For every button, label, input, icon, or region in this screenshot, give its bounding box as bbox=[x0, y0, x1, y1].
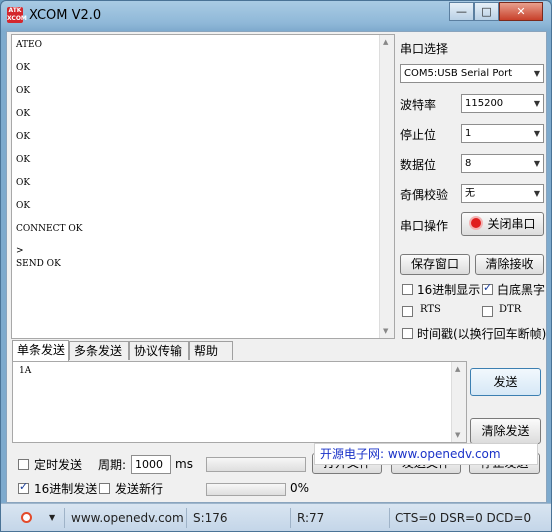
white-bg-checkbox[interactable] bbox=[482, 281, 493, 295]
status-signals: CTS=0 DSR=0 DCD=0 bbox=[395, 511, 532, 525]
app-logo-icon: ATK XCOM bbox=[7, 7, 27, 23]
clear-receive-button[interactable]: 清除接收 bbox=[475, 254, 544, 275]
databit-select[interactable]: 8 ▼ bbox=[461, 154, 544, 173]
tab-multi-send[interactable]: 多条发送 bbox=[69, 341, 129, 360]
timestamp-label: 时间戳(以换行回车断帧) bbox=[417, 327, 547, 341]
maximize-button[interactable]: □ bbox=[474, 2, 499, 21]
send-progress-bar bbox=[206, 483, 286, 496]
port-select[interactable]: COM5:USB Serial Port ▼ bbox=[400, 64, 544, 83]
period-input[interactable]: 1000 bbox=[131, 455, 171, 474]
stopbit-value: 1 bbox=[465, 128, 472, 139]
tab-help[interactable]: 帮助 bbox=[189, 341, 233, 360]
file-path-field[interactable] bbox=[206, 457, 306, 472]
chevron-down-icon: ▼ bbox=[533, 189, 540, 198]
receive-line: CONNECT OK bbox=[16, 224, 83, 234]
white-bg-label: 白底黑字 bbox=[497, 283, 546, 297]
scroll-down-arrow-icon[interactable]: ▼ bbox=[383, 327, 388, 335]
website-banner[interactable]: 开源电子网: www.openedv.com bbox=[314, 443, 538, 465]
send-newline-checkbox[interactable] bbox=[99, 483, 110, 494]
receive-text: ATEO OK OK OK OK OK OK OK CONNECT OK > SEND OK bbox=[16, 38, 82, 280]
receive-area[interactable]: ATEO OK OK OK OK OK OK OK CONNECT OK > SEND OK ▲ ▼ bbox=[11, 34, 395, 339]
send-button[interactable]: 发送 bbox=[470, 368, 541, 396]
receive-line: OK bbox=[16, 201, 31, 211]
status-separator bbox=[389, 508, 390, 528]
chevron-down-icon: ▼ bbox=[533, 69, 540, 78]
status-sent-count: S:176 bbox=[193, 511, 228, 525]
hex-send-label: 16进制发送 bbox=[34, 482, 98, 496]
receive-line: ATEO bbox=[16, 40, 42, 50]
port-value: COM5:USB Serial Port bbox=[404, 68, 513, 79]
receive-line: OK bbox=[16, 109, 31, 119]
title-bar[interactable]: ATK XCOM XCOM V2.0 — □ ✕ bbox=[1, 1, 551, 31]
status-separator bbox=[186, 508, 187, 528]
settings-gear-icon[interactable] bbox=[21, 512, 32, 523]
settings-panel: 串口选择 COM5:USB Serial Port ▼ 波特率 115200 ▼ 停… bbox=[398, 32, 546, 342]
close-button[interactable]: ✕ bbox=[499, 2, 543, 21]
timed-send-checkbox[interactable] bbox=[18, 459, 29, 470]
dtr-checkbox[interactable] bbox=[482, 306, 493, 317]
timestamp-checkbox[interactable] bbox=[402, 328, 413, 339]
chevron-down-icon: ▼ bbox=[533, 159, 540, 168]
baud-select[interactable]: 115200 ▼ bbox=[461, 94, 544, 113]
send-input-area[interactable]: 1A ▲ ▼ bbox=[12, 361, 467, 443]
dtr-label: DTR bbox=[499, 304, 522, 315]
chevron-down-icon: ▼ bbox=[533, 99, 540, 108]
period-label: 周期: bbox=[98, 458, 127, 472]
stopbit-select[interactable]: 1 ▼ bbox=[461, 124, 544, 143]
receive-line: OK bbox=[16, 155, 31, 165]
timed-send-label: 定时发送 bbox=[34, 458, 83, 472]
close-port-button[interactable]: 关闭串口 bbox=[461, 212, 544, 236]
tab-protocol[interactable]: 协议传输 bbox=[129, 341, 189, 360]
chevron-down-icon: ▼ bbox=[533, 129, 540, 138]
status-received-count: R:77 bbox=[297, 511, 325, 525]
window-title: XCOM V2.0 bbox=[29, 8, 102, 23]
baud-label: 波特率 bbox=[400, 98, 437, 112]
minimize-button[interactable]: — bbox=[449, 2, 474, 21]
rts-label: RTS bbox=[420, 304, 441, 315]
period-unit: ms bbox=[175, 457, 193, 471]
close-port-label: 关闭串口 bbox=[487, 217, 536, 231]
receive-line: OK bbox=[16, 63, 31, 73]
port-label: 串口选择 bbox=[400, 42, 449, 56]
port-op-label: 串口操作 bbox=[400, 219, 449, 233]
status-separator bbox=[64, 508, 65, 528]
status-bar: ▼ www.openedv.com S:176 R:77 CTS=0 DSR=0… bbox=[1, 503, 551, 531]
status-url[interactable]: www.openedv.com bbox=[71, 509, 184, 527]
send-newline-label: 发送新行 bbox=[115, 482, 164, 496]
databit-value: 8 bbox=[465, 158, 472, 169]
send-progress-percent: 0% bbox=[290, 481, 310, 495]
status-separator bbox=[290, 508, 291, 528]
main-panel: ATEO OK OK OK OK OK OK OK CONNECT OK > SEND OK ▲ ▼… bbox=[6, 31, 547, 503]
databit-label: 数据位 bbox=[400, 158, 437, 172]
receive-line: > bbox=[16, 246, 24, 256]
stopbit-label: 停止位 bbox=[400, 128, 437, 142]
hex-display-label: 16进制显示 bbox=[417, 283, 481, 297]
hex-display-checkbox[interactable] bbox=[402, 284, 413, 295]
clear-send-button[interactable]: 清除发送 bbox=[470, 418, 541, 444]
send-scrollbar[interactable]: ▲ ▼ bbox=[451, 362, 466, 442]
scroll-up-arrow-icon[interactable]: ▲ bbox=[383, 38, 388, 46]
dropdown-arrow-icon[interactable]: ▼ bbox=[49, 509, 55, 527]
save-window-button[interactable]: 保存窗口 bbox=[400, 254, 470, 275]
scroll-up-arrow-icon[interactable]: ▲ bbox=[455, 365, 460, 373]
receive-line: OK bbox=[16, 86, 31, 96]
receive-line: SEND OK bbox=[16, 259, 61, 269]
tab-single-send[interactable]: 单条发送 bbox=[12, 340, 69, 361]
app-window: ATK XCOM XCOM V2.0 — □ ✕ ATEO OK OK OK OK OK OK… bbox=[0, 0, 552, 532]
rts-checkbox[interactable] bbox=[402, 306, 413, 317]
receive-line: OK bbox=[16, 132, 31, 142]
parity-select[interactable]: 无 ▼ bbox=[461, 184, 544, 203]
scroll-down-arrow-icon[interactable]: ▼ bbox=[455, 431, 460, 439]
port-status-indicator-icon bbox=[469, 216, 484, 230]
send-text: 1A bbox=[19, 366, 32, 376]
parity-label: 奇偶校验 bbox=[400, 188, 449, 202]
hex-send-checkbox[interactable] bbox=[18, 480, 29, 494]
receive-scrollbar[interactable]: ▲ ▼ bbox=[379, 35, 394, 338]
baud-value: 115200 bbox=[465, 98, 504, 109]
parity-value: 无 bbox=[465, 188, 475, 199]
receive-line: OK bbox=[16, 178, 31, 188]
